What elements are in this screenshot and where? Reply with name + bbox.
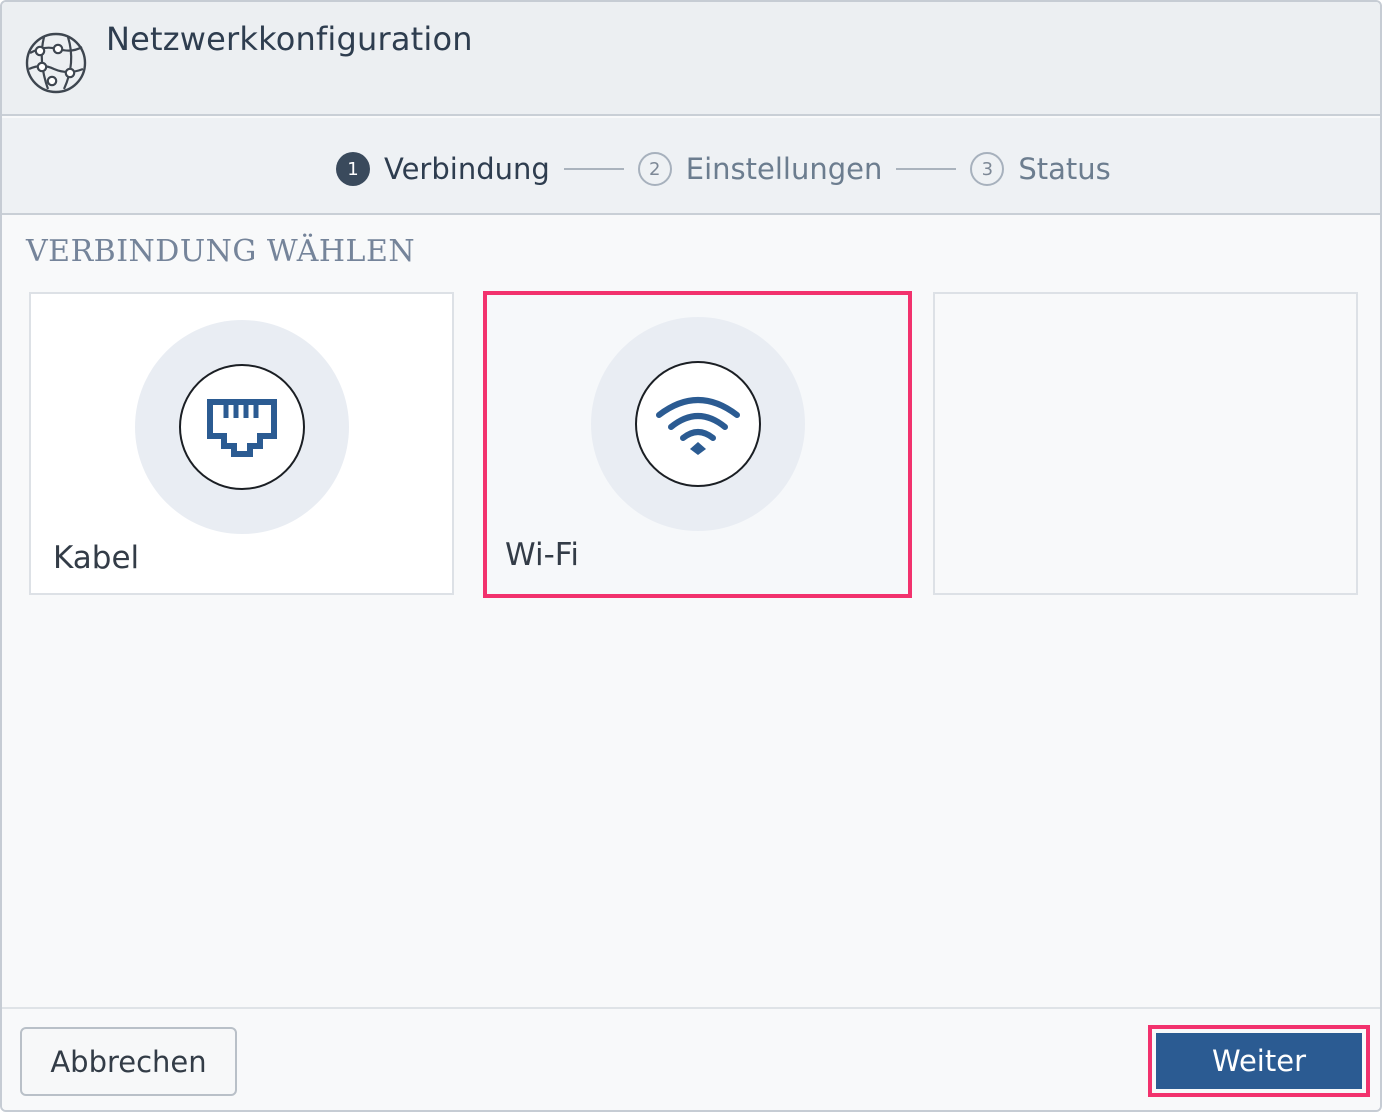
window-title: Netzwerkkonfiguration <box>106 20 473 58</box>
step-2-label: Einstellungen <box>685 152 883 186</box>
option-label: Kabel <box>53 540 140 576</box>
wifi-icon <box>655 397 740 455</box>
stepper-bar: 1 Verbindung 2 Einstellungen 3 Status <box>2 118 1380 215</box>
step-1-label: Verbindung <box>384 152 550 186</box>
step-connector <box>896 168 957 170</box>
next-button-highlight: Weiter <box>1148 1025 1370 1097</box>
step-verbindung: 1 Verbindung <box>336 152 550 186</box>
next-button[interactable]: Weiter <box>1156 1033 1362 1089</box>
dialog-footer: Abbrechen Weiter <box>2 1007 1380 1110</box>
step-connector <box>563 168 624 170</box>
ethernet-port-icon <box>206 399 277 457</box>
option-card-empty[interactable] <box>933 292 1358 595</box>
stepper: 1 Verbindung 2 Einstellungen 3 Status <box>336 151 1111 187</box>
icon-circle <box>634 361 761 487</box>
cancel-button[interactable]: Abbrechen <box>20 1027 237 1096</box>
option-card-wifi[interactable]: Wi-Fi <box>483 291 912 598</box>
step-3-number: 3 <box>970 152 1005 186</box>
option-label: Wi-Fi <box>505 537 579 573</box>
icon-circle <box>178 364 305 490</box>
window-header: Netzwerkkonfiguration <box>2 2 1380 116</box>
step-3-label: Status <box>1018 152 1111 186</box>
step-2-number: 2 <box>637 152 672 186</box>
network-config-window: Netzwerkkonfiguration 1 Verbindung 2 Ein… <box>0 0 1382 1112</box>
network-globe-icon <box>25 32 87 94</box>
section-title: VERBINDUNG WÄHLEN <box>26 234 416 269</box>
step-1-number: 1 <box>336 152 370 186</box>
step-status: 3 Status <box>970 152 1111 186</box>
option-card-kabel[interactable]: Kabel <box>29 292 454 595</box>
step-einstellungen: 2 Einstellungen <box>637 152 883 186</box>
